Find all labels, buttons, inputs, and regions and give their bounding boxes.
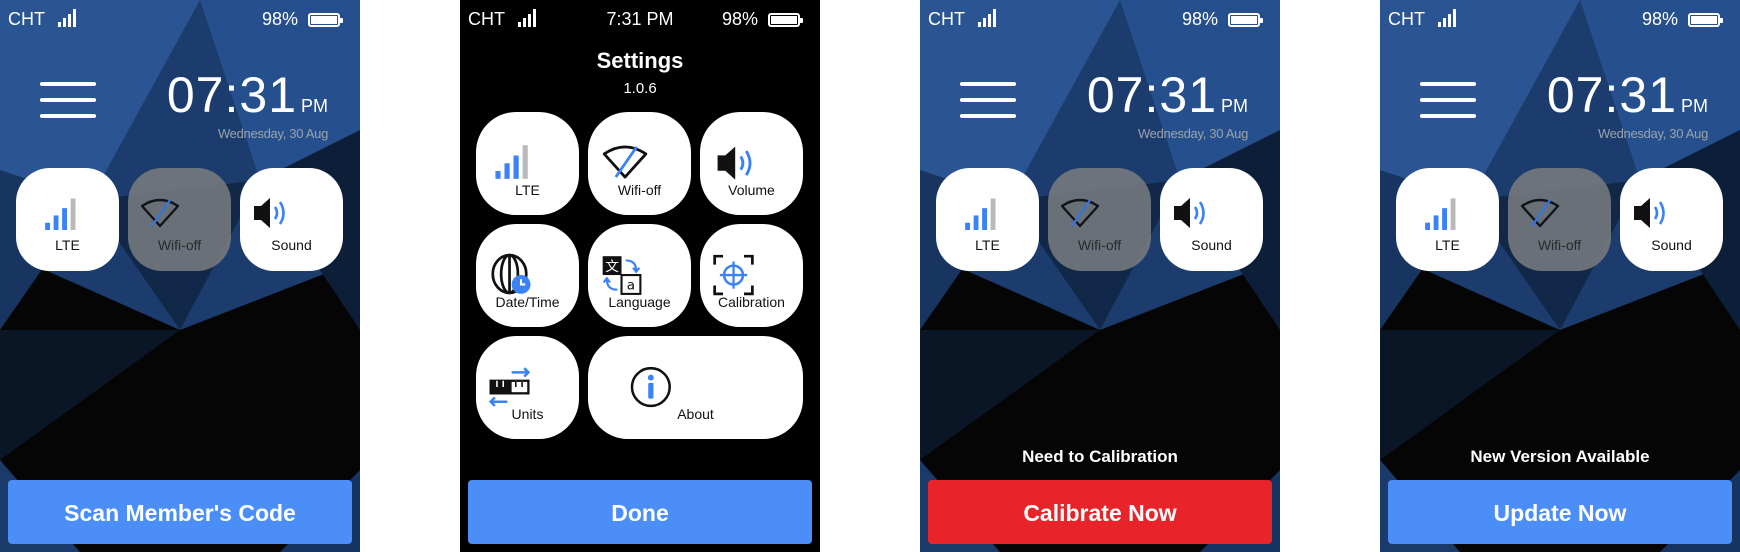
clock-time: 07:31	[1086, 67, 1217, 123]
tile-label: Volume	[728, 182, 775, 198]
scan-member-code-button[interactable]: Scan Member's Code	[8, 480, 352, 544]
tile-label: Sound	[271, 237, 312, 253]
page-title: Settings	[596, 48, 684, 73]
volume-setting[interactable]: Volume	[700, 112, 803, 215]
svg-text:a: a	[627, 278, 635, 294]
clock: 07:31 PM	[1547, 66, 1708, 124]
tile-label: Date/Time	[495, 294, 560, 310]
volume-icon	[716, 145, 752, 182]
signal-icon	[58, 9, 76, 27]
status-bar: CHT 98%	[920, 0, 1280, 40]
info-icon	[630, 366, 671, 408]
date-label: Wednesday, 30 Aug	[1597, 126, 1708, 141]
tile-label: Wifi-off	[1537, 237, 1582, 253]
tile-label: LTE	[1435, 237, 1460, 253]
clock-ampm: PM	[301, 96, 328, 116]
wifi-setting[interactable]: Wifi-off	[588, 112, 691, 215]
home-screen-calibrate: CHT 98% 07:31 PM Wednesday, 30 Aug LTE Wi…	[920, 0, 1280, 552]
signal-icon	[1425, 198, 1456, 230]
date-label: Wednesday, 30 Aug	[217, 126, 328, 141]
wifi-toggle[interactable]: Wifi-off	[1508, 168, 1611, 271]
tile-label: LTE	[55, 237, 80, 253]
clock-time: 07:31	[166, 67, 297, 123]
calibrate-now-button[interactable]: Calibrate Now	[928, 480, 1272, 544]
battery-percent: 98%	[261, 9, 298, 29]
lte-setting[interactable]: LTE	[476, 112, 579, 215]
settings-screen: CHT 7:31 PM 98% Settings 1.0.6 LTE Wifi-…	[460, 0, 820, 552]
update-now-button[interactable]: Update Now	[1388, 480, 1732, 544]
datetime-setting[interactable]: Date/Time	[476, 224, 579, 327]
status-bar: CHT 98%	[0, 0, 360, 40]
clock-ampm: PM	[1221, 96, 1248, 116]
clock-ampm: PM	[1681, 96, 1708, 116]
carrier-label: CHT	[928, 9, 965, 29]
svg-text:文: 文	[605, 259, 619, 275]
battery-percent: 98%	[1641, 9, 1678, 29]
done-button[interactable]: Done	[468, 480, 812, 544]
clock-time: 07:31	[1546, 67, 1677, 123]
battery-icon	[308, 13, 343, 27]
date-label: Wednesday, 30 Aug	[1137, 126, 1248, 141]
tile-label: Wifi-off	[617, 182, 662, 198]
battery-percent: 98%	[1181, 9, 1218, 29]
crosshair-icon	[713, 254, 754, 296]
clock: 07:31 PM	[167, 66, 328, 124]
wifi-toggle[interactable]: Wifi-off	[1048, 168, 1151, 271]
battery-icon	[1228, 13, 1263, 27]
menu-icon[interactable]	[960, 80, 1018, 120]
home-screen-update: CHT 98% 07:31 PM Wednesday, 30 Aug LTE Wi…	[1380, 0, 1740, 552]
sound-toggle[interactable]: Sound	[240, 168, 343, 271]
calibration-notice: Need to Calibration	[1022, 447, 1178, 466]
home-screen-scan: CHT 98% 07:31 PM Wednesday, 30 Aug LTE Wi…	[0, 0, 360, 552]
volume-icon	[1172, 196, 1205, 230]
sound-toggle[interactable]: Sound	[1160, 168, 1263, 271]
tile-label: LTE	[975, 237, 1000, 253]
tile-label: Units	[511, 406, 544, 422]
battery-icon	[1688, 13, 1723, 27]
signal-icon	[495, 145, 528, 179]
ruler-icon	[488, 367, 531, 407]
tile-label: Sound	[1651, 237, 1692, 253]
clock: 07:31 PM	[1087, 66, 1248, 124]
sound-toggle[interactable]: Sound	[1620, 168, 1723, 271]
wifi-off-icon	[140, 198, 180, 228]
status-bar: CHT 7:31 PM 98%	[460, 0, 820, 40]
tile-label: LTE	[515, 182, 540, 198]
signal-icon	[45, 198, 76, 230]
status-time: 7:31 PM	[606, 9, 674, 29]
globe-clock-icon	[491, 253, 531, 295]
wifi-off-icon	[1060, 198, 1100, 228]
language-setting[interactable]: 文 a Language	[588, 224, 691, 327]
menu-icon[interactable]	[40, 80, 98, 120]
carrier-label: CHT	[1388, 9, 1425, 29]
tile-label: Calibration	[718, 294, 785, 310]
version-label: 1.0.6	[623, 80, 657, 97]
battery-percent: 98%	[721, 9, 758, 29]
carrier-label: CHT	[8, 9, 45, 29]
calibration-setting[interactable]: Calibration	[700, 224, 803, 327]
volume-icon	[1632, 196, 1665, 230]
tile-label: Language	[608, 294, 671, 310]
lte-toggle[interactable]: LTE	[1396, 168, 1499, 271]
tile-label: Wifi-off	[1077, 237, 1122, 253]
menu-icon[interactable]	[1420, 80, 1478, 120]
status-bar: CHT 98%	[1380, 0, 1740, 40]
battery-icon	[768, 13, 803, 27]
lte-toggle[interactable]: LTE	[16, 168, 119, 271]
wifi-off-icon	[1520, 198, 1560, 228]
signal-icon	[1438, 9, 1456, 27]
wifi-off-icon	[602, 145, 648, 179]
wifi-toggle[interactable]: Wifi-off	[128, 168, 231, 271]
units-setting[interactable]: Units	[476, 336, 579, 439]
about-setting[interactable]: About	[588, 336, 803, 439]
tile-label: Sound	[1191, 237, 1232, 253]
update-notice: New Version Available	[1470, 447, 1650, 466]
language-icon: 文 a	[602, 256, 642, 295]
lte-toggle[interactable]: LTE	[936, 168, 1039, 271]
tile-label: About	[677, 406, 714, 422]
signal-icon	[965, 198, 996, 230]
volume-icon	[252, 196, 285, 230]
tile-label: Wifi-off	[157, 237, 202, 253]
signal-icon	[978, 9, 996, 27]
